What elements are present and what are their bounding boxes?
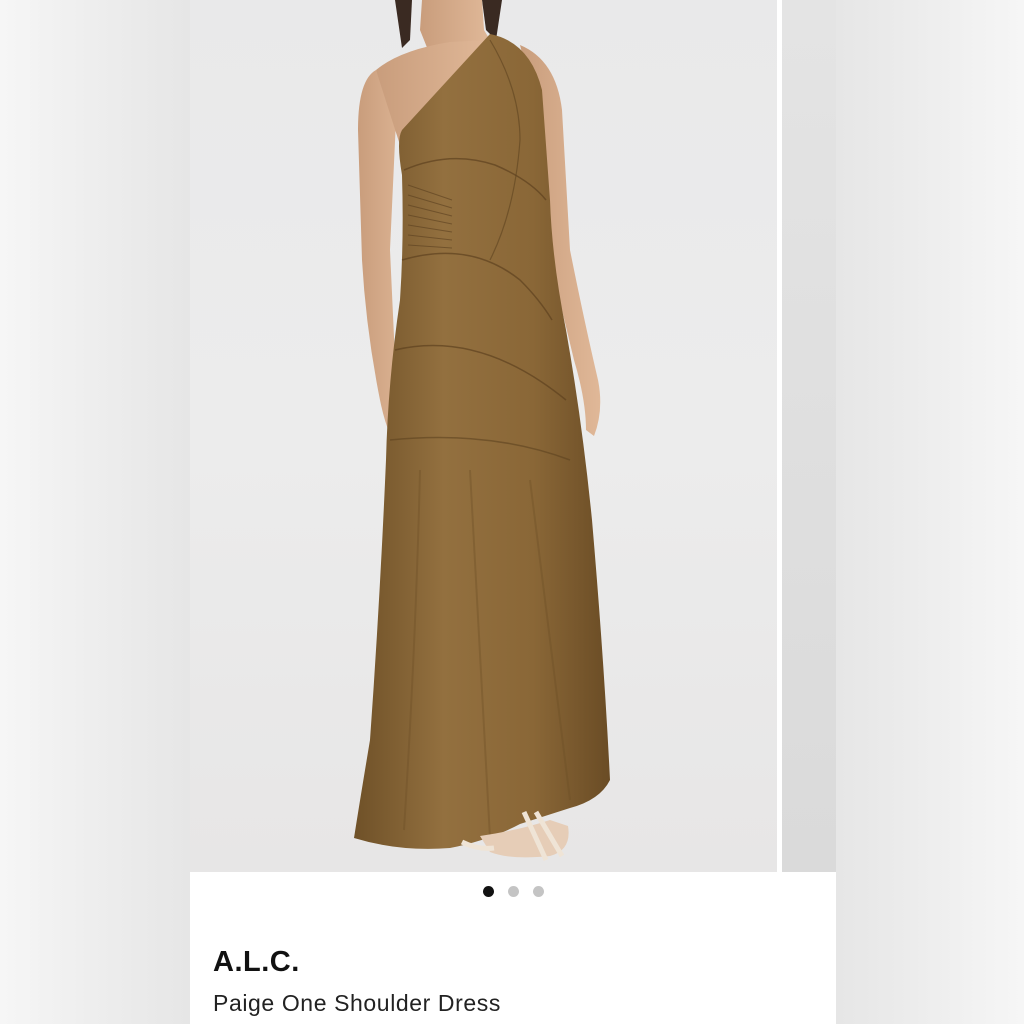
next-image-preview[interactable] bbox=[782, 0, 836, 872]
left-backdrop bbox=[0, 0, 190, 1024]
right-backdrop bbox=[836, 0, 1024, 1024]
pagination-dot-1[interactable] bbox=[482, 886, 494, 897]
pagination-dot-2[interactable] bbox=[507, 886, 519, 897]
model-illustration bbox=[354, 0, 610, 862]
carousel-pagination bbox=[190, 886, 836, 900]
product-card: A.L.C. Paige One Shoulder Dress bbox=[190, 0, 836, 1024]
pagination-dot-3[interactable] bbox=[532, 886, 544, 897]
image-carousel[interactable] bbox=[190, 0, 836, 872]
product-title[interactable]: Paige One Shoulder Dress bbox=[213, 990, 501, 1017]
product-image[interactable] bbox=[190, 0, 777, 872]
brand-name[interactable]: A.L.C. bbox=[213, 946, 300, 979]
